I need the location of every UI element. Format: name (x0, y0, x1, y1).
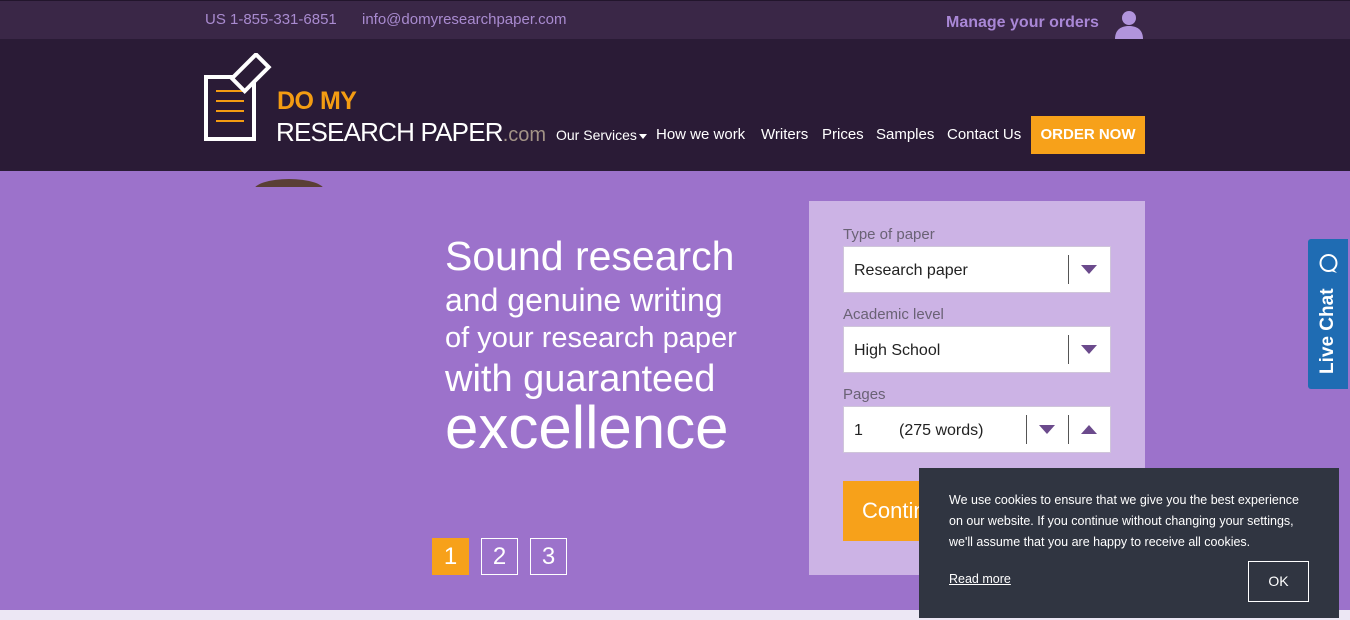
cookie-message: We use cookies to ensure that we give yo… (949, 493, 1299, 549)
pages-label: Pages (843, 386, 886, 403)
order-now-button[interactable]: ORDER NOW (1031, 116, 1145, 154)
phone-number[interactable]: US 1-855-331-6851 (205, 11, 337, 28)
cookie-ok-button[interactable]: OK (1248, 561, 1309, 602)
slide-button-1[interactable]: 1 (432, 538, 469, 575)
select-divider (1068, 255, 1069, 284)
stepper-divider (1026, 415, 1027, 444)
logo-main: RESEARCH PAPER (276, 117, 504, 147)
live-chat-tab[interactable]: Live Chat (1308, 239, 1348, 389)
stepper-divider (1068, 415, 1069, 444)
hero-photo-divider (0, 187, 1350, 191)
academic-level-select[interactable]: High School (843, 326, 1111, 373)
hero-headline-line2: and genuine writing (445, 282, 723, 318)
increment-arrow-icon[interactable] (1081, 425, 1097, 434)
decrement-arrow-icon[interactable] (1039, 425, 1055, 434)
nav-label: Our Services (556, 127, 637, 143)
site-header: DO MY RESEARCH PAPER.com Our Services Ho… (0, 39, 1350, 171)
document-pencil-icon[interactable] (204, 53, 280, 141)
pages-value: 1 (854, 422, 863, 439)
caret-down-icon (638, 133, 647, 139)
select-divider (1068, 335, 1069, 364)
logo-suffix: .com (502, 124, 547, 146)
academic-level-value: High School (854, 342, 941, 359)
type-of-paper-value: Research paper (854, 262, 968, 279)
pages-words: (275 words) (899, 422, 984, 439)
academic-level-label: Academic level (843, 306, 944, 323)
hero-headline-line1: Sound research (445, 233, 735, 279)
manage-orders-link[interactable]: Manage your orders (946, 14, 1099, 32)
type-of-paper-select[interactable]: Research paper (843, 246, 1111, 293)
nav-how-we-work[interactable]: How we work (656, 126, 745, 143)
nav-samples[interactable]: Samples (876, 126, 934, 143)
logo-text-bottom[interactable]: RESEARCH PAPER.com (276, 117, 546, 148)
chevron-down-icon[interactable] (1081, 265, 1097, 274)
slide-button-2[interactable]: 2 (481, 538, 518, 575)
nav-our-services[interactable]: Our Services (556, 127, 647, 143)
nav-contact-us[interactable]: Contact Us (947, 126, 1021, 143)
cookie-banner: We use cookies to ensure that we give yo… (919, 468, 1339, 618)
user-icon[interactable] (1112, 9, 1146, 39)
pages-stepper[interactable]: 1 (275 words) (843, 406, 1111, 453)
email-link[interactable]: info@domyresearchpaper.com (362, 11, 567, 28)
nav-writers[interactable]: Writers (761, 126, 808, 143)
hero-headline-line5: excellence (445, 394, 729, 461)
slide-button-3[interactable]: 3 (530, 538, 567, 575)
live-chat-label: Live Chat (1317, 288, 1338, 374)
nav-prices[interactable]: Prices (822, 126, 864, 143)
logo-text-top[interactable]: DO MY (277, 87, 357, 116)
type-of-paper-label: Type of paper (843, 226, 935, 243)
top-bar: US 1-855-331-6851 info@domyresearchpaper… (0, 0, 1350, 39)
chevron-down-icon[interactable] (1081, 345, 1097, 354)
read-more-link[interactable]: Read more (949, 572, 1011, 586)
hero-headline-line3: of your research paper (445, 322, 737, 354)
